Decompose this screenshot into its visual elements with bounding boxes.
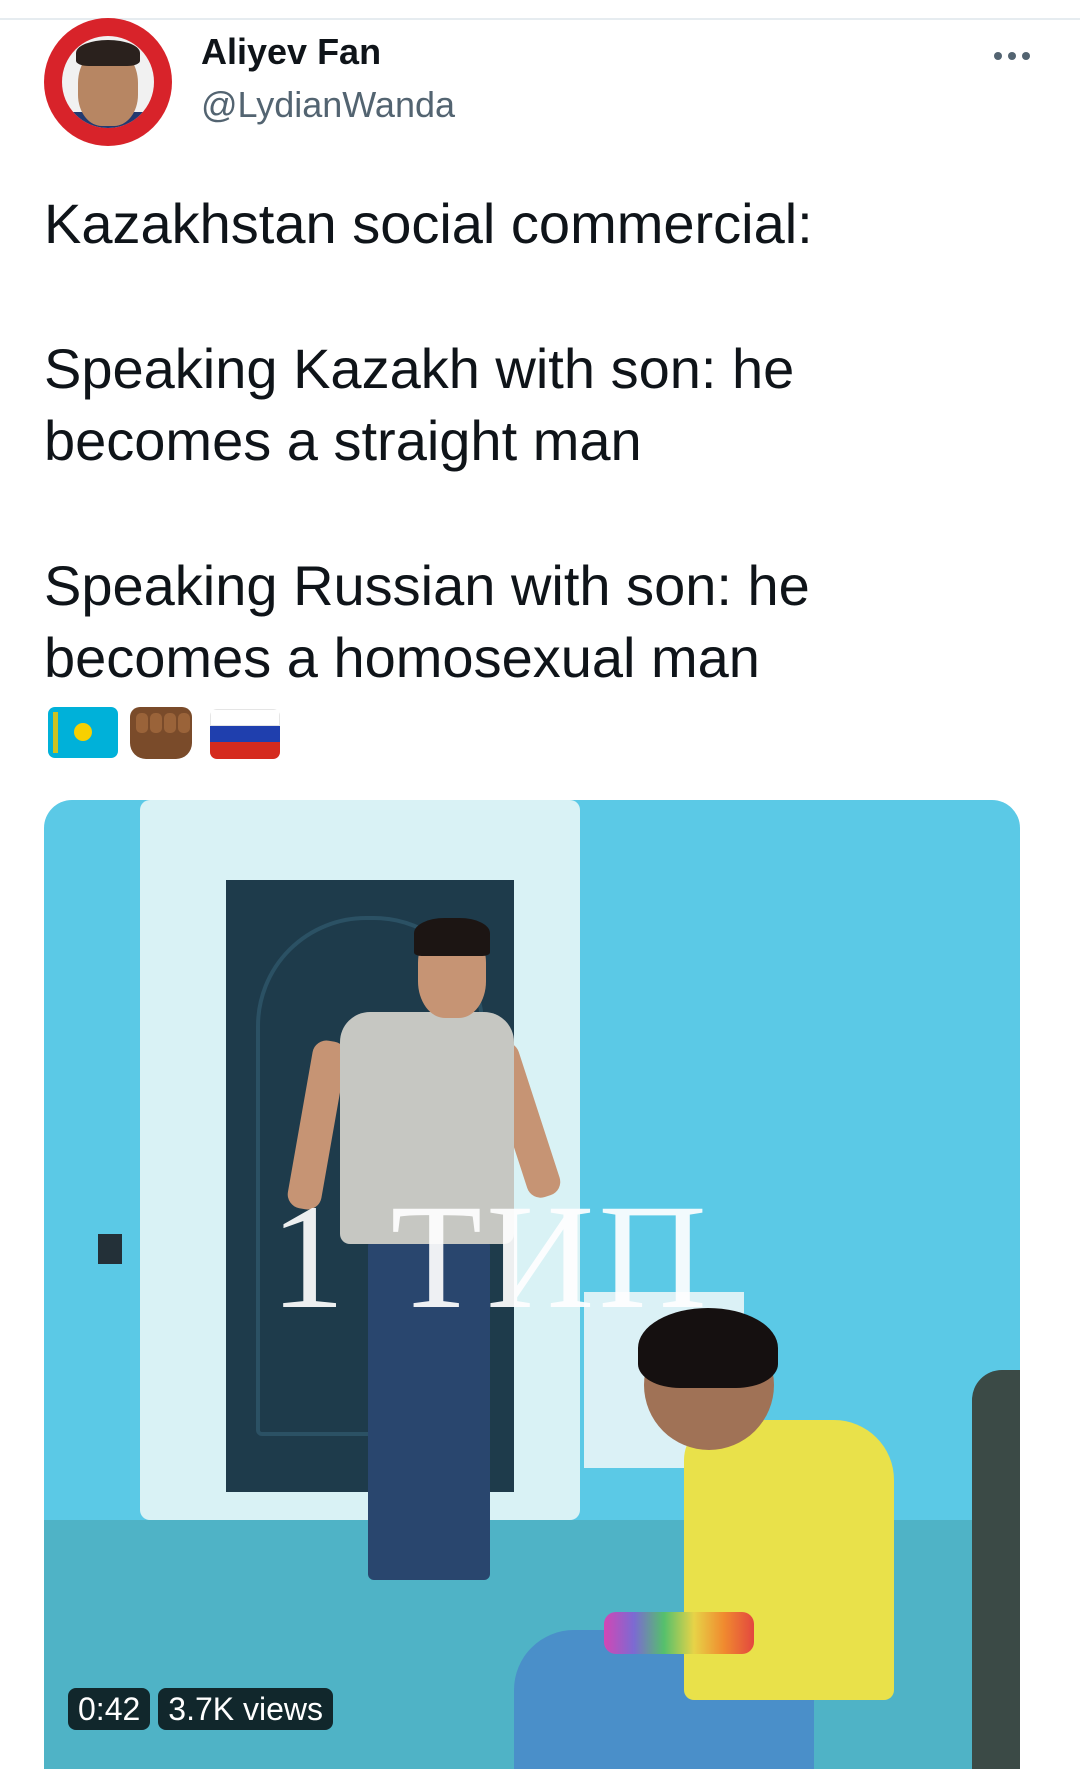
tweet-line: becomes a homosexual man — [44, 626, 760, 689]
dot — [994, 52, 1002, 60]
flag-kazakhstan-icon — [48, 707, 118, 758]
tweet-line: Kazakhstan social commercial: — [44, 192, 813, 255]
dot — [1022, 52, 1030, 60]
more-options-icon[interactable] — [988, 36, 1036, 76]
tweet-line: Speaking Kazakh with son: he — [44, 337, 795, 400]
display-name[interactable]: Aliyev Fan — [201, 30, 381, 74]
avatar[interactable] — [44, 18, 172, 146]
avatar-hair — [76, 40, 140, 66]
dot — [1008, 52, 1016, 60]
user-handle[interactable]: @LydianWanda — [201, 83, 455, 127]
video-overlay-text: 1 ТИП — [270, 1174, 711, 1340]
tweet-line: Speaking Russian with son: he — [44, 554, 810, 617]
tweet: Aliyev Fan @LydianWanda Kazakhstan socia… — [0, 0, 1080, 1769]
tweet-line: becomes a straight man — [44, 409, 642, 472]
video-views: 3.7K views — [158, 1688, 334, 1730]
tweet-text: Kazakhstan social commercial: Speaking K… — [44, 188, 1044, 694]
video-player[interactable]: 1 ТИП 0:42 3.7K views — [44, 800, 1020, 1769]
wall-switch — [98, 1234, 122, 1264]
sofa — [972, 1370, 1020, 1769]
man-hair — [414, 918, 490, 956]
flag-russia-icon — [210, 709, 280, 759]
boy-shirt — [684, 1420, 894, 1700]
video-duration: 0:42 — [68, 1688, 151, 1730]
pop-it-toy — [604, 1612, 754, 1654]
raised-fist-icon — [130, 707, 192, 759]
avatar-photo — [62, 36, 154, 128]
video-badges: 0:42 3.7K views — [68, 1688, 334, 1730]
